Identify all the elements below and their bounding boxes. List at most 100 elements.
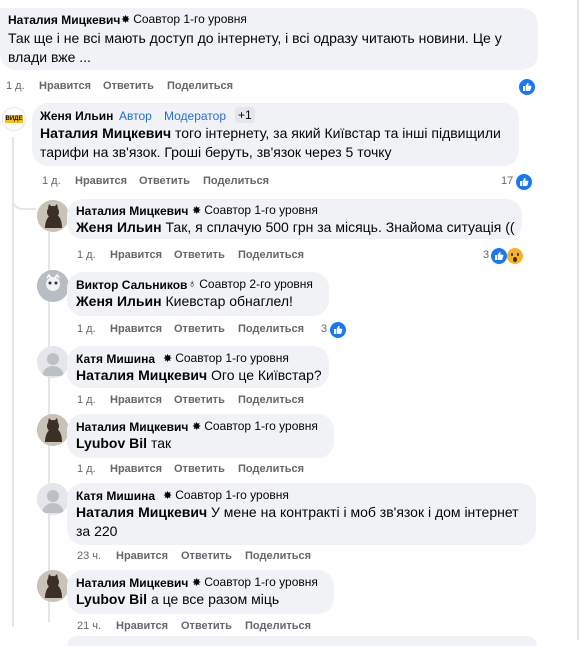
comment-mention[interactable]: Lyubov Bil <box>76 591 147 607</box>
avatar-image <box>37 200 69 232</box>
comment-bubble: Виктор Сальников ♁ Соавтор 2-го уровня Ж… <box>67 272 329 316</box>
like-button[interactable]: Нравится <box>110 463 162 475</box>
reply-button[interactable]: Ответить <box>103 80 154 92</box>
comment-text: Женя Ильин Так, я сплачую 500 грн за міс… <box>76 218 515 237</box>
author-badge[interactable]: ✸ Соавтор 1-го уровня <box>163 488 289 502</box>
reply-button[interactable]: Ответить <box>174 323 225 335</box>
author-badge[interactable]: ✸ Соавтор 1-го уровня <box>163 351 289 365</box>
avatar[interactable]: ВИДЕ <box>2 107 26 131</box>
badge-label: Соавтор 1-го уровня <box>133 12 247 26</box>
comment-mention[interactable]: Женя Ильин <box>76 219 162 235</box>
more-badges[interactable]: +1 <box>235 107 255 123</box>
badge-label: Соавтор 1-го уровня <box>204 419 318 433</box>
author-badge[interactable]: ✸ Соавтор 1-го уровня <box>192 575 318 589</box>
moderator-role-badge[interactable]: Модератор <box>164 109 226 123</box>
like-button[interactable]: Нравится <box>39 80 91 92</box>
reply-button[interactable]: Ответить <box>174 463 225 475</box>
comment-time[interactable]: 1 д. <box>77 249 96 261</box>
comment-author[interactable]: Наталия Мицкевич <box>76 576 188 590</box>
avatar[interactable] <box>37 200 69 232</box>
comment-text: Lyubov Bil так <box>76 434 171 453</box>
reaction-count[interactable]: 17 <box>501 175 513 187</box>
reply-button[interactable]: Ответить <box>139 175 190 187</box>
comment-body: Так, я сплачую 500 грн за місяць. Знайом… <box>165 219 515 235</box>
comment-time[interactable]: 1 д. <box>77 394 96 406</box>
comment-time[interactable]: 1 д. <box>6 80 25 92</box>
author-badge[interactable]: ✸ Соавтор 1-го уровня <box>192 203 318 217</box>
comment-author[interactable]: Наталия Мицкевич <box>8 13 120 27</box>
thumbs-up-icon[interactable] <box>519 79 535 95</box>
comment-time[interactable]: 23 ч. <box>77 550 101 562</box>
reply-button[interactable]: Ответить <box>181 550 232 562</box>
avatar[interactable] <box>37 570 69 602</box>
share-button[interactable]: Поделиться <box>245 550 311 562</box>
avatar[interactable] <box>37 414 69 446</box>
reply-button[interactable]: Ответить <box>174 394 225 406</box>
comment-body: а це все разом міць <box>150 591 280 607</box>
comment-mention[interactable]: Наталия Мицкевич <box>40 125 171 141</box>
comment-time[interactable]: 1 д. <box>42 175 61 187</box>
thumbs-up-icon[interactable] <box>491 248 507 264</box>
thumbs-up-icon[interactable] <box>516 174 532 190</box>
thread-connector <box>12 190 36 210</box>
reply-button[interactable]: Ответить <box>181 620 232 632</box>
avatar[interactable] <box>37 346 69 378</box>
like-button[interactable]: Нравится <box>110 249 162 261</box>
star-badge-icon: ✸ <box>163 352 173 365</box>
thumbs-up-icon[interactable] <box>330 322 346 338</box>
badge-label: Соавтор 1-го уровня <box>175 351 289 365</box>
comment-mention[interactable]: Lyubov Bil <box>76 435 147 451</box>
comment-author[interactable]: Виктор Сальников <box>76 278 187 292</box>
author-badge[interactable]: ♁ Соавтор 2-го уровня <box>188 277 313 291</box>
like-button[interactable]: Нравится <box>110 323 162 335</box>
user-avatar-icon <box>37 483 69 515</box>
comment-text: Женя Ильин Киевстар обнаглел! <box>76 292 293 311</box>
avatar[interactable] <box>37 483 69 515</box>
star-badge-icon: ✸ <box>192 576 202 589</box>
comment-author[interactable]: Женя Ильин <box>40 109 113 123</box>
share-button[interactable]: Поделиться <box>245 620 311 632</box>
comment-author[interactable]: Наталия Мицкевич <box>76 204 188 218</box>
share-button[interactable]: Поделиться <box>238 323 304 335</box>
author-badge[interactable]: ✸ Соавтор 1-го уровня <box>121 12 247 26</box>
comment-text: Наталия Мицкевич того інтернету, за який… <box>40 124 512 162</box>
share-button[interactable]: Поделиться <box>238 249 304 261</box>
share-button[interactable]: Поделиться <box>238 394 304 406</box>
share-button[interactable]: Поделиться <box>203 175 269 187</box>
like-button[interactable]: Нравится <box>110 394 162 406</box>
avatar[interactable] <box>37 270 69 302</box>
comment-text: Так ще і не всі мають доступ до інтернет… <box>8 30 502 65</box>
comment-author[interactable]: Катя Мишина <box>76 352 155 366</box>
reply-button[interactable]: Ответить <box>174 249 225 261</box>
user-avatar-icon <box>37 346 69 378</box>
reaction-count[interactable]: 3 <box>321 323 327 335</box>
comment-bubble: Катя Мишина ✸ Соавтор 1-го уровня Натали… <box>67 483 536 545</box>
author-badge[interactable]: ✸ Соавтор 1-го уровня <box>192 419 318 433</box>
comment-mention[interactable]: Женя Ильин <box>76 293 162 309</box>
comment-text: Lyubov Bil а це все разом міць <box>76 590 279 609</box>
like-button[interactable]: Нравится <box>75 175 127 187</box>
reaction-count[interactable]: 3 <box>483 249 489 261</box>
like-button[interactable]: Нравится <box>116 550 168 562</box>
comment-bubble: Наталия Мицкевич ✸ Соавтор 1-го уровня L… <box>67 570 334 614</box>
wow-reaction-icon[interactable] <box>507 248 523 264</box>
comment-body: так <box>150 435 172 451</box>
comment-time[interactable]: 21 ч. <box>77 620 101 632</box>
comment-time[interactable]: 1 д. <box>77 323 96 335</box>
share-button[interactable]: Поделиться <box>238 463 304 475</box>
star-badge-icon: ✸ <box>163 489 173 502</box>
comment-time[interactable]: 1 д. <box>77 463 96 475</box>
comment-body: Киевстар обнаглел! <box>165 293 293 309</box>
comment-author[interactable]: Наталия Мицкевич <box>76 420 188 434</box>
share-button[interactable]: Поделиться <box>167 80 233 92</box>
star-badge-icon: ✸ <box>192 204 202 217</box>
comment-bubble-partial <box>67 636 537 646</box>
comment-author[interactable]: Катя Мишина <box>76 489 155 503</box>
star-badge-icon: ✸ <box>192 420 202 433</box>
comment-mention[interactable]: Наталия Мицкевич <box>76 504 207 520</box>
author-role-badge[interactable]: Автор <box>119 109 152 123</box>
comment-mention[interactable]: Наталия Мицкевич <box>76 367 207 383</box>
comment-body: Ого це Київстар? <box>211 367 322 383</box>
avatar-text: ВИДЕ <box>4 115 24 123</box>
like-button[interactable]: Нравится <box>116 620 168 632</box>
